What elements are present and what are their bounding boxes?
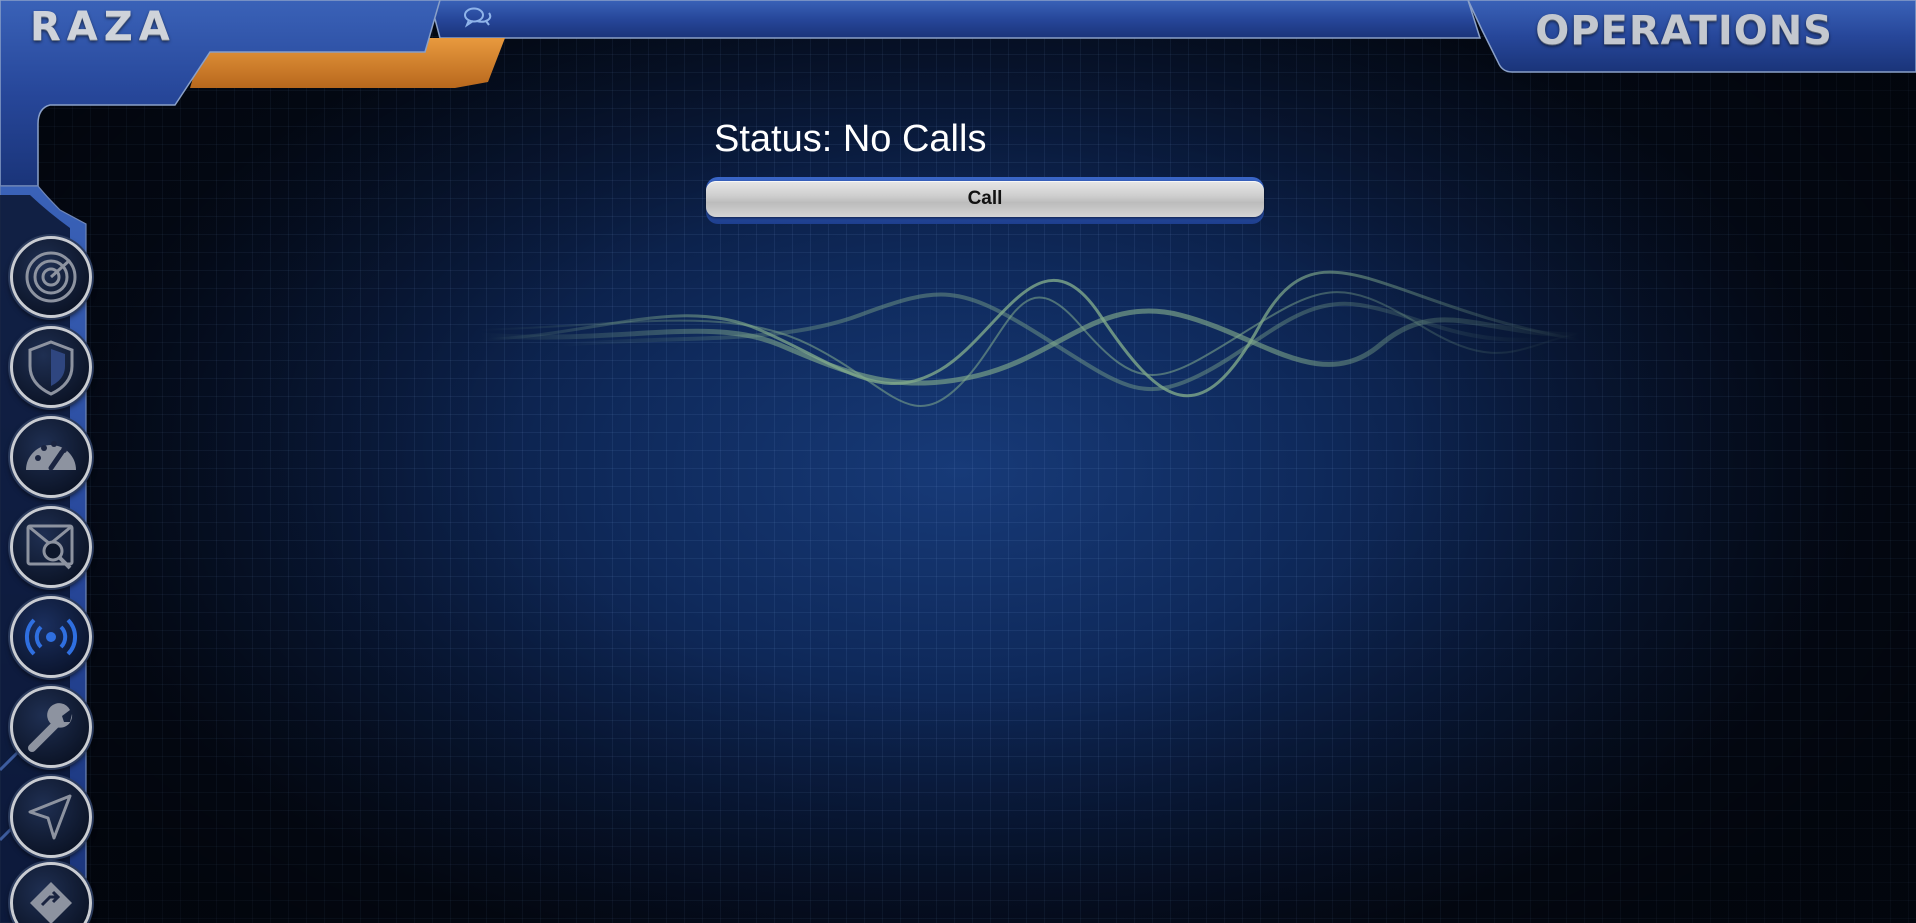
radar-icon: [25, 251, 77, 303]
speedometer-icon: [26, 441, 76, 471]
shield-icon: [28, 340, 74, 396]
broadcast-icon: [24, 618, 78, 656]
nav-route-button[interactable]: [10, 862, 92, 923]
nav-navigation-button[interactable]: [10, 776, 92, 858]
call-status-text: Status: No Calls: [714, 118, 987, 160]
call-button[interactable]: Call: [706, 181, 1264, 217]
search-screen-icon: [26, 524, 74, 570]
navigation-arrow-icon: [28, 794, 72, 840]
sound-wave-graphic: [480, 270, 1580, 407]
nav-dashboard-button[interactable]: [10, 416, 92, 498]
nav-radar-button[interactable]: [10, 236, 92, 318]
route-diamond-icon: [30, 882, 72, 923]
call-button-frame: Call: [706, 177, 1264, 224]
nav-broadcast-button[interactable]: [10, 596, 92, 678]
nav-shield-button[interactable]: [10, 326, 92, 408]
nav-scan-button[interactable]: [10, 506, 92, 588]
section-title: OPERATIONS: [1535, 8, 1833, 54]
chat-button[interactable]: [460, 4, 496, 32]
wrench-icon: [28, 703, 73, 752]
operations-screen: RAZA OPERATIONS Status: No Calls Call: [0, 0, 1916, 923]
nav-repair-button[interactable]: [10, 686, 92, 768]
brand-title: RAZA: [30, 4, 176, 50]
chat-bubbles-icon: [464, 7, 492, 28]
